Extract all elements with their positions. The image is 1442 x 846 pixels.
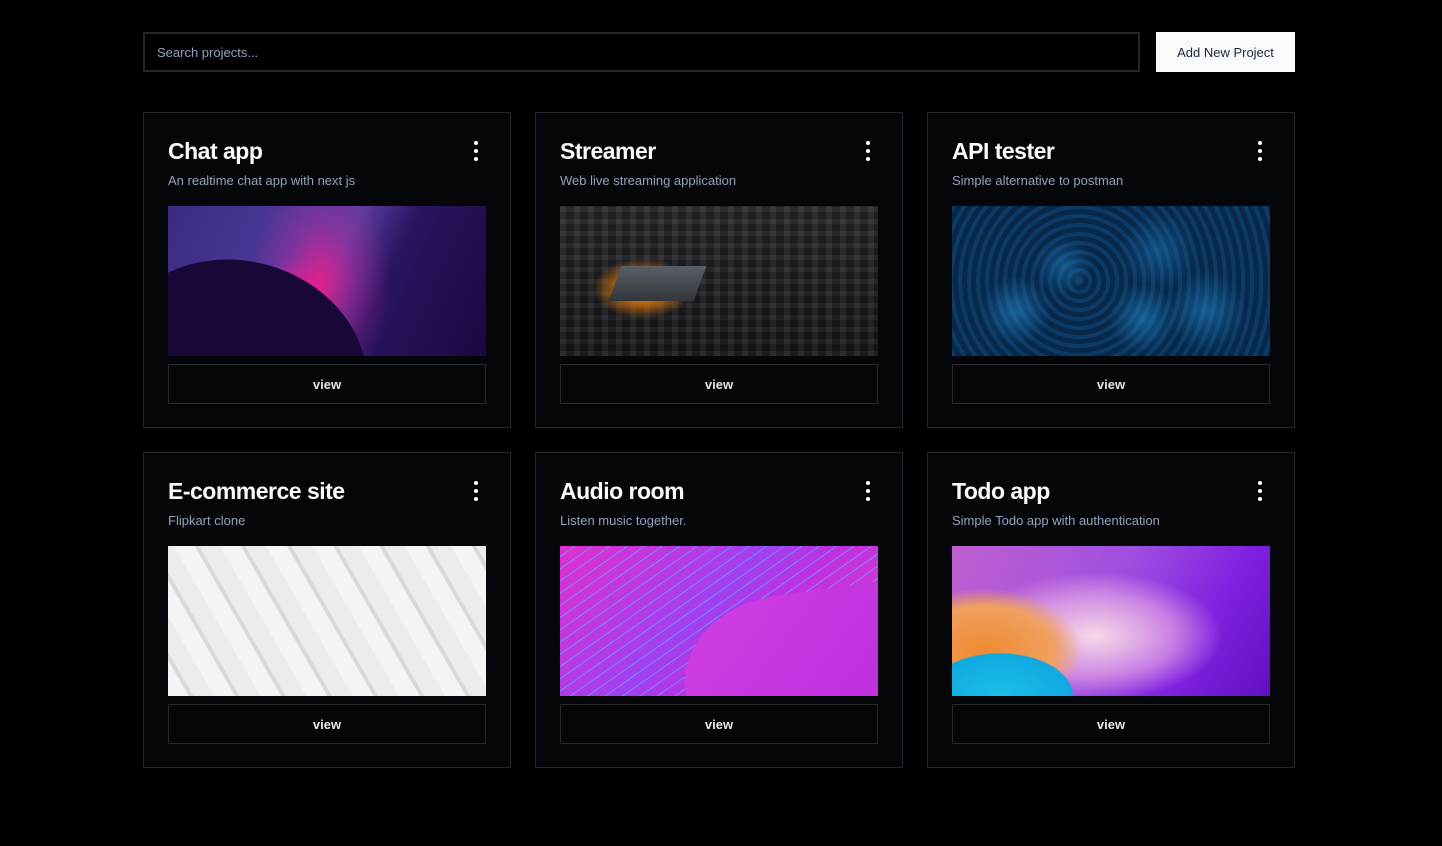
project-card-audio-room: Audio room Listen music together. view	[535, 452, 903, 768]
more-vertical-icon[interactable]	[1256, 141, 1264, 161]
project-thumbnail	[168, 206, 486, 356]
project-thumbnail	[560, 546, 878, 696]
project-card-api-tester: API tester Simple alternative to postman…	[927, 112, 1295, 428]
project-description: Web live streaming application	[560, 173, 737, 188]
project-title: Audio room	[560, 478, 685, 504]
more-vertical-icon[interactable]	[472, 141, 480, 161]
top-bar: Add New Project	[143, 32, 1295, 72]
view-button[interactable]: view	[952, 364, 1270, 404]
add-new-project-button[interactable]: Add New Project	[1156, 32, 1295, 72]
project-thumbnail	[560, 206, 878, 356]
project-title: Chat app	[168, 138, 263, 164]
project-title: Streamer	[560, 138, 656, 164]
view-button[interactable]: view	[560, 704, 878, 744]
project-thumbnail	[168, 546, 486, 696]
more-vertical-icon[interactable]	[864, 141, 872, 161]
more-vertical-icon[interactable]	[864, 481, 872, 501]
project-card-streamer: Streamer Web live streaming application …	[535, 112, 903, 428]
view-button[interactable]: view	[952, 704, 1270, 744]
project-description: Flipkart clone	[168, 513, 246, 528]
project-description: An realtime chat app with next js	[168, 173, 356, 188]
project-title: Todo app	[952, 478, 1050, 504]
project-card-todo-app: Todo app Simple Todo app with authentica…	[927, 452, 1295, 768]
project-card-chat-app: Chat app An realtime chat app with next …	[143, 112, 511, 428]
view-button[interactable]: view	[168, 704, 486, 744]
project-title: API tester	[952, 138, 1055, 164]
project-description: Simple alternative to postman	[952, 173, 1124, 188]
project-title: E-commerce site	[168, 478, 345, 504]
project-card-e-commerce-site: E-commerce site Flipkart clone view	[143, 452, 511, 768]
more-vertical-icon[interactable]	[1256, 481, 1264, 501]
project-description: Listen music together.	[560, 513, 687, 528]
project-grid: Chat app An realtime chat app with next …	[143, 112, 1295, 768]
view-button[interactable]: view	[168, 364, 486, 404]
search-input[interactable]	[143, 32, 1140, 72]
project-thumbnail	[952, 546, 1270, 696]
more-vertical-icon[interactable]	[472, 481, 480, 501]
view-button[interactable]: view	[560, 364, 878, 404]
project-thumbnail	[952, 206, 1270, 356]
project-description: Simple Todo app with authentication	[952, 513, 1160, 528]
